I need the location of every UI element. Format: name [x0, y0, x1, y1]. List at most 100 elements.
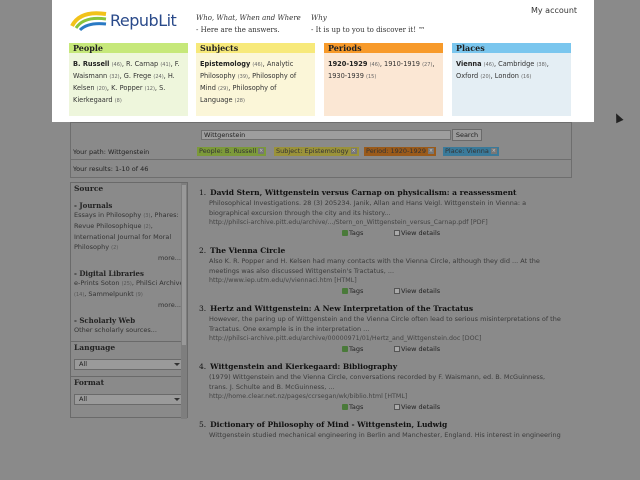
category-subjects: Subjects Epistemology (46), Analytic Phi… — [196, 43, 315, 116]
result-snippet: trans. J. Schulte and B. McGuinness, ... — [209, 383, 335, 391]
results-count-bar: Your results: 1-10 of 46 — [70, 160, 572, 178]
document-icon — [394, 288, 400, 294]
tags-link[interactable]: Tags — [342, 229, 363, 237]
category-people: People B. Russell (46), R. Carnap (41), … — [69, 43, 188, 116]
category-periods-title: Periods — [324, 43, 443, 53]
journals-title[interactable]: - Journals — [74, 201, 184, 210]
category-subjects-list: Epistemology (46), Analytic Philosophy (… — [196, 53, 315, 116]
result-url[interactable]: http://philsci-archive.pitt.edu/archive/… — [199, 334, 571, 344]
category-people-title: People — [69, 43, 188, 53]
tag-icon — [342, 288, 348, 294]
remove-filter-icon[interactable]: × — [258, 148, 265, 154]
result-snippet: (1979) Wittgenstein and the Vienna Circl… — [209, 373, 546, 381]
filter-chip-people[interactable]: People: B. Russell × — [197, 147, 267, 156]
logo-swoosh-icon — [70, 11, 107, 32]
result-actions: Tags View details — [199, 344, 571, 356]
period-link[interactable]: 1930-1939 (15) — [328, 72, 376, 80]
library-link[interactable]: Sammelpunkt (9) — [88, 290, 142, 298]
results-count: Your results: 1-10 of 46 — [73, 165, 149, 173]
format-header: Format — [71, 376, 187, 388]
view-details-link[interactable]: View details — [394, 345, 440, 353]
remove-filter-icon[interactable]: × — [490, 148, 497, 154]
result-item: 4. Wittgenstein and Kierkegaard: Bibliogr… — [199, 362, 571, 414]
filter-chip-period[interactable]: Period: 1920-1929 × — [364, 147, 436, 156]
source-section: - Journals Essays in Philosophy (3), Pha… — [71, 201, 187, 335]
result-title[interactable]: 5. Dictionary of Philosophy of Mind - Wit… — [199, 420, 571, 430]
subject-link[interactable]: Epistemology (46) — [200, 60, 263, 68]
result-snippet: meetings was also discussed Wittgenstein… — [209, 267, 395, 275]
libraries-title[interactable]: - Digital Libraries — [74, 269, 184, 278]
place-link[interactable]: London (16) — [495, 72, 532, 80]
period-link[interactable]: 1920-1929 (46) — [328, 60, 380, 68]
place-link[interactable]: Oxford (20) — [456, 72, 491, 80]
result-title[interactable]: 1. David Stern, Wittgenstein versus Carna… — [199, 188, 571, 198]
result-item: 5. Dictionary of Philosophy of Mind - Wit… — [199, 420, 571, 440]
category-periods-list: 1920-1929 (46), 1910-1919 (27), 1930-193… — [324, 53, 443, 116]
logo-text: RepubLit — [110, 11, 177, 30]
search-panel: Wittgenstein Search Your path: Wittgenst… — [70, 122, 572, 160]
web-link[interactable]: Other scholarly sources... — [74, 325, 184, 335]
results-list: 1. David Stern, Wittgenstein versus Carna… — [199, 188, 571, 446]
category-places-list: Vienna (46), Cambridge (38), Oxford (20)… — [452, 53, 571, 116]
result-url[interactable]: http://philsci-archive.pitt.edu/archive/… — [199, 218, 571, 228]
result-title[interactable]: 2. The Vienna Circle — [199, 246, 571, 256]
result-item: 3. Hertz and Wittgenstein: A New Interpre… — [199, 304, 571, 356]
scrollbar-thumb[interactable] — [182, 185, 186, 345]
language-header: Language — [71, 341, 187, 353]
my-account-link[interactable]: My account — [531, 6, 577, 15]
view-details-link[interactable]: View details — [394, 287, 440, 295]
tag-icon — [342, 404, 348, 410]
document-icon — [394, 404, 400, 410]
place-link[interactable]: Vienna (46) — [456, 60, 494, 68]
place-link[interactable]: Cambridge (38) — [498, 60, 547, 68]
document-icon — [394, 346, 400, 352]
sidebar: Source - Journals Essays in Philosophy (… — [70, 182, 188, 419]
journals-more-link[interactable]: more... — [74, 253, 184, 263]
tagline-who-title: Who, What, When and Where — [196, 14, 301, 22]
republit-logo[interactable]: RepubLit — [70, 8, 190, 36]
search-button[interactable]: Search — [452, 129, 482, 141]
view-details-link[interactable]: View details — [394, 229, 440, 237]
source-header: Source — [71, 183, 187, 195]
libraries-more-link[interactable]: more... — [74, 300, 184, 310]
result-item: 1. David Stern, Wittgenstein versus Carna… — [199, 188, 571, 240]
result-title[interactable]: 3. Hertz and Wittgenstein: A New Interpre… — [199, 304, 571, 314]
tags-link[interactable]: Tags — [342, 287, 363, 295]
person-link[interactable]: K. Popper (12) — [111, 84, 155, 92]
sidebar-scrollbar[interactable] — [181, 183, 187, 419]
result-url[interactable]: http://www.iep.utm.edu/v/viennaci.htm [H… — [199, 276, 571, 286]
format-select[interactable]: All — [74, 394, 185, 405]
result-snippet: Wittgenstein studied mechanical engineer… — [209, 431, 561, 439]
result-snippet: However, the paring up of Wittgenstein a… — [209, 315, 561, 323]
category-people-list: B. Russell (46), R. Carnap (41), F. Wais… — [69, 53, 188, 116]
tags-link[interactable]: Tags — [342, 345, 363, 353]
category-periods: Periods 1920-1929 (46), 1910-1919 (27), … — [324, 43, 443, 116]
remove-filter-icon[interactable]: × — [350, 148, 357, 154]
tagline-why-text: - It is up to you to discover it! ™ — [311, 26, 426, 34]
view-details-link[interactable]: View details — [394, 403, 440, 411]
result-title[interactable]: 4. Wittgenstein and Kierkegaard: Bibliogr… — [199, 362, 571, 372]
mouse-cursor-icon — [612, 111, 624, 124]
remove-filter-icon[interactable]: × — [427, 148, 434, 154]
path-label: Your path: Wittgenstein — [73, 148, 150, 156]
person-link[interactable]: G. Frege (24) — [124, 72, 164, 80]
result-url[interactable]: http://home.clear.net.nz/pages/ccrsegan/… — [199, 392, 571, 402]
result-actions: Tags View details — [199, 286, 571, 298]
library-list: e-Prints Soton (25), PhilSci Archive (14… — [74, 279, 184, 298]
filter-chip-subject[interactable]: Subject: Epistemology × — [274, 147, 359, 156]
tag-icon — [342, 346, 348, 352]
web-title[interactable]: - Scholarly Web — [74, 316, 184, 325]
person-link[interactable]: B. Russell (46) — [73, 60, 122, 68]
library-link[interactable]: e-Prints Soton (25) — [74, 279, 132, 287]
journal-link[interactable]: Essays in Philosophy (3) — [74, 211, 150, 219]
language-select[interactable]: All — [74, 359, 185, 370]
journal-list: Essays in Philosophy (3), Phares: Revue … — [74, 211, 179, 251]
category-places-title: Places — [452, 43, 571, 53]
journal-link[interactable]: International Journal for Moral Philosop… — [74, 233, 171, 251]
search-input[interactable]: Wittgenstein — [201, 130, 451, 140]
filter-chip-place[interactable]: Place: Vienna × — [443, 147, 499, 156]
person-link[interactable]: R. Carnap (41) — [126, 60, 171, 68]
header: RepubLit Who, What, When and Where - Her… — [52, 0, 594, 122]
period-link[interactable]: 1910-1919 (27) — [384, 60, 432, 68]
tags-link[interactable]: Tags — [342, 403, 363, 411]
